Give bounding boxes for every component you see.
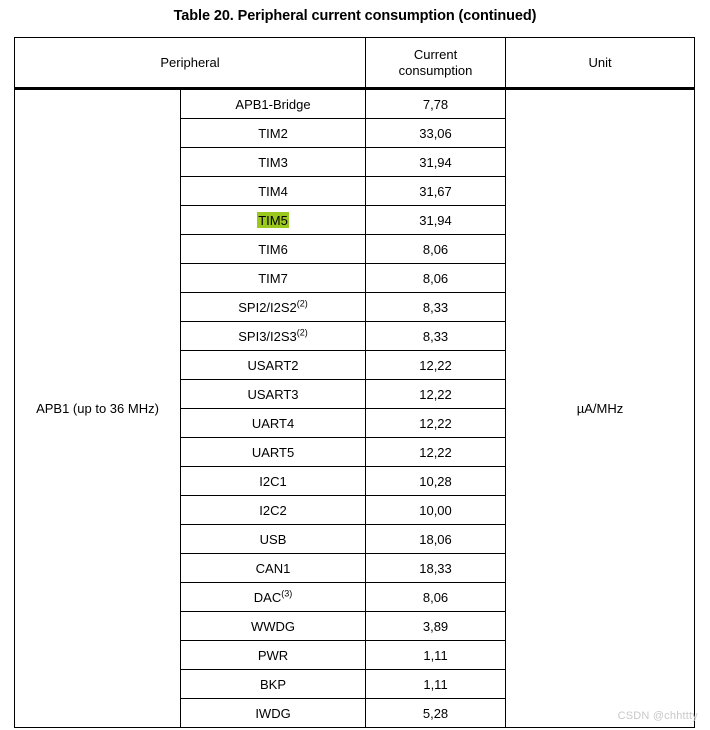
current-consumption-cell: 5,28 [365,698,507,728]
current-consumption-cell: 10,00 [365,495,507,525]
peripheral-name-cell: DAC(3) [179,582,367,612]
peripheral-name-label: TIM5 [257,211,289,228]
peripheral-name-label: UART4 [251,415,295,431]
peripheral-name-label: I2C2 [259,502,287,518]
table-header: Peripheral Current consumption Unit [13,37,696,90]
peripheral-name-cell: TIM4 [179,176,367,206]
footnote-marker: (3) [281,588,293,599]
peripheral-name-cell: TIM6 [179,234,367,264]
peripheral-name-cell: BKP [179,669,367,699]
peripheral-name-label: UART5 [251,444,295,460]
current-consumption-cell: 31,94 [365,205,507,235]
current-consumption-cell: 8,33 [365,321,507,351]
current-consumption-cell: 12,22 [365,437,507,467]
current-consumption-cell: 31,94 [365,147,507,177]
peripheral-name-cell: USART3 [179,379,367,409]
current-consumption-cell: 1,11 [365,640,507,670]
current-consumption-cell: 12,22 [365,379,507,409]
peripheral-name-cell: SPI3/I2S3(2) [179,321,367,351]
unit-label: µA/MHz [576,401,624,416]
peripheral-name-label: BKP [260,676,287,692]
current-consumption-cell: 8,06 [365,582,507,612]
footnote-marker: (2) [296,298,308,309]
peripheral-name-label: TIM4 [258,183,288,199]
peripheral-name-cell: TIM5 [179,205,367,235]
current-consumption-cell: 12,22 [365,408,507,438]
current-consumption-cell: 8,33 [365,292,507,322]
column-header-current-consumption-line1: Current [413,47,458,63]
column-header-unit: Unit [505,37,696,90]
current-consumption-cell: 8,06 [365,263,507,293]
peripheral-name-cell: TIM3 [179,147,367,177]
peripheral-name-cell: UART5 [179,437,367,467]
peripheral-name-label: USART2 [247,357,299,373]
current-consumption-cell: 31,67 [365,176,507,206]
table-header-row: Peripheral Current consumption Unit [13,37,696,90]
peripheral-name-label: USB [259,531,287,547]
unit-cell: µA/MHz [505,88,696,728]
peripheral-name-cell: I2C2 [179,495,367,525]
peripheral-name-label: DAC [253,589,282,605]
peripheral-name-cell: TIM2 [179,118,367,148]
peripheral-name-cell: SPI2/I2S2(2) [179,292,367,322]
peripheral-name-label: I2C1 [259,473,287,489]
peripheral-current-consumption-table: Peripheral Current consumption Unit APB1… [13,37,696,728]
watermark: CSDN @chhttty [617,710,698,722]
current-consumption-cell: 18,06 [365,524,507,554]
peripheral-name-label: WWDG [250,618,296,634]
peripheral-name-label: APB1-Bridge [235,96,311,112]
peripheral-name-label: CAN1 [255,560,291,576]
current-consumption-cell: 33,06 [365,118,507,148]
peripheral-name-cell: WWDG [179,611,367,641]
current-consumption-cell: 8,06 [365,234,507,264]
peripheral-name-cell: USART2 [179,350,367,380]
peripheral-name-cell: TIM7 [179,263,367,293]
peripheral-name-label: SPI2/I2S2 [238,299,297,315]
column-header-current-consumption: Current consumption [365,37,507,90]
column-header-peripheral: Peripheral [13,37,367,90]
current-consumption-cell: 7,78 [365,88,507,119]
table-row: APB1 (up to 36 MHz) APB1-Bridge 7,78 µA/MHz [14,88,696,728]
peripheral-group-cell: APB1 (up to 36 MHz) [14,88,181,728]
current-consumption-cell: 1,11 [365,669,507,699]
peripheral-name-label: TIM3 [258,154,288,170]
peripheral-name-cell: PWR [179,640,367,670]
peripheral-name-cell: IWDG [179,698,367,728]
peripheral-name-cell: UART4 [179,408,367,438]
peripheral-name-label: USART3 [247,386,299,402]
current-consumption-cell: 3,89 [365,611,507,641]
peripheral-name-cell: CAN1 [179,553,367,583]
peripheral-name-cell: APB1-Bridge [179,88,367,119]
table-body: APB1 (up to 36 MHz) APB1-Bridge 7,78 µA/MHz… [14,88,696,728]
peripheral-name-cell: USB [179,524,367,554]
peripheral-name-cell: I2C1 [179,466,367,496]
peripheral-name-label: TIM6 [258,241,288,257]
column-header-current-consumption-line2: consumption [398,62,473,78]
peripheral-name-label: SPI3/I2S3 [238,328,297,344]
peripheral-name-label: TIM7 [258,270,288,286]
table-caption: Table 20. Peripheral current consumption… [173,8,537,24]
peripheral-group-label: APB1 (up to 36 MHz) [36,401,159,416]
peripheral-name-label: PWR [257,647,289,663]
current-consumption-cell: 12,22 [365,350,507,380]
peripheral-name-label: IWDG [255,705,291,721]
current-consumption-cell: 18,33 [365,553,507,583]
current-consumption-cell: 10,28 [365,466,507,496]
peripheral-name-label: TIM2 [258,125,288,141]
footnote-marker: (2) [296,327,308,338]
